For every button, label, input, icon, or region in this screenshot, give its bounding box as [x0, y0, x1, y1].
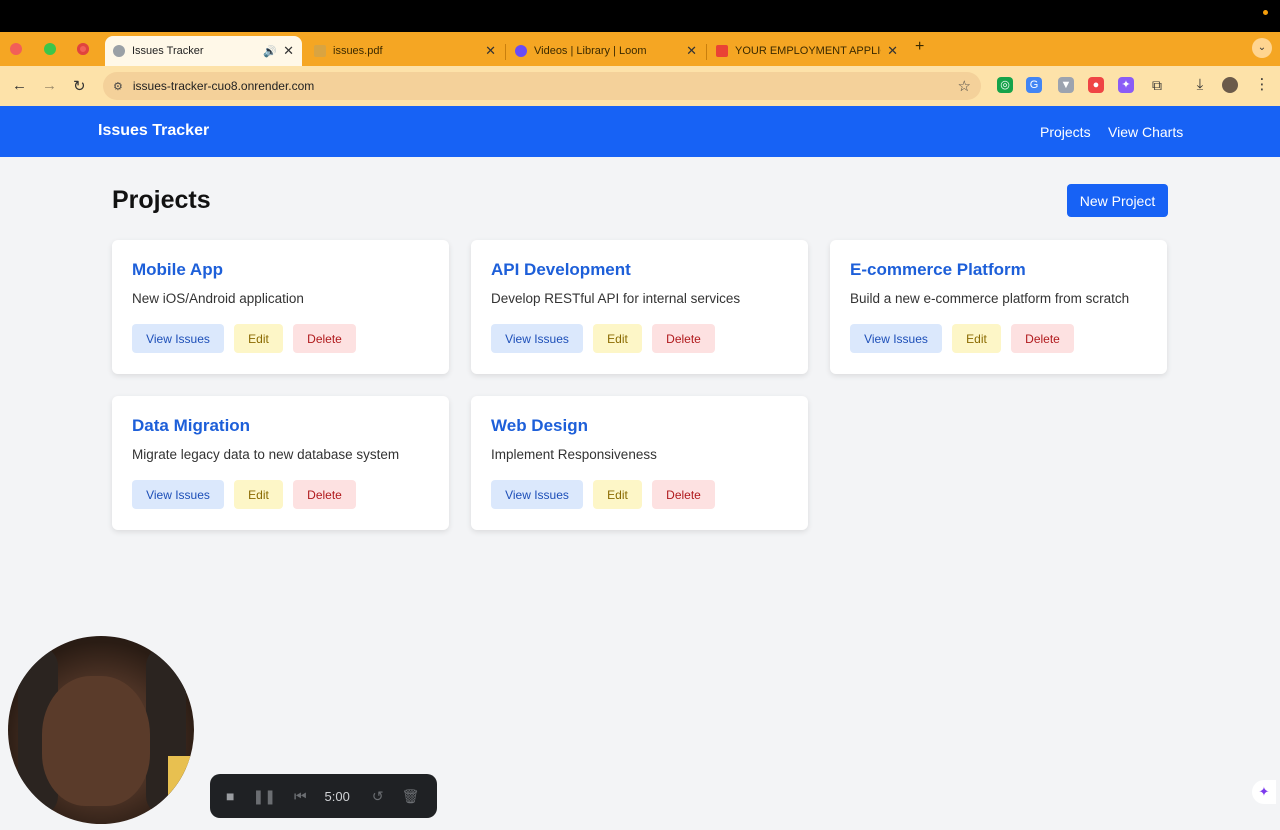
browser-tab-loom[interactable]: Videos | Library | Loom ✕	[507, 36, 705, 66]
project-description: Develop RESTful API for internal service…	[491, 291, 741, 306]
delete-button[interactable]: Delete	[293, 480, 356, 509]
project-card: API Development Develop RESTful API for …	[471, 240, 808, 374]
more-menu-icon[interactable]: ⋮	[1254, 77, 1270, 93]
view-issues-button[interactable]: View Issues	[491, 324, 583, 353]
profile-avatar[interactable]	[1222, 77, 1238, 93]
stop-icon[interactable]: ■	[226, 788, 234, 804]
delete-button[interactable]: Delete	[293, 324, 356, 353]
card-actions: View Issues Edit Delete	[132, 480, 366, 509]
tab-separator	[505, 44, 506, 60]
tab-close-icon[interactable]: ✕	[887, 43, 898, 59]
project-description: Build a new e-commerce platform from scr…	[850, 291, 1130, 306]
back-icon[interactable]: ←	[12, 77, 27, 94]
address-bar[interactable]: ⚙ issues-tracker-cuo8.onrender.com ☆	[103, 72, 981, 100]
filter-extension-icon[interactable]: ▼	[1058, 77, 1074, 93]
brain-extension-icon[interactable]: ✦	[1118, 77, 1134, 93]
project-title[interactable]: API Development	[491, 260, 788, 280]
puzzle-extensions-icon[interactable]: ⧉	[1149, 77, 1165, 93]
tab-title: Issues Tracker	[132, 45, 204, 57]
view-issues-button[interactable]: View Issues	[132, 324, 224, 353]
globe-icon	[113, 45, 125, 57]
tab-close-icon[interactable]: ✕	[485, 43, 496, 59]
restart-icon[interactable]: ↺	[372, 788, 384, 805]
gmail-icon	[716, 45, 728, 57]
delete-button[interactable]: Delete	[652, 324, 715, 353]
browser-tab-issues-pdf[interactable]: issues.pdf ✕	[306, 36, 504, 66]
rewind-icon[interactable]: ⏮	[294, 788, 307, 805]
tab-close-icon[interactable]: ✕	[283, 43, 294, 59]
nav-projects-link[interactable]: Projects	[1040, 124, 1091, 140]
tab-title: issues.pdf	[333, 45, 383, 57]
project-title[interactable]: Data Migration	[132, 416, 429, 436]
project-title[interactable]: Web Design	[491, 416, 788, 436]
project-card: E-commerce Platform Build a new e-commer…	[830, 240, 1167, 374]
brain-assistant-icon[interactable]: ✦	[1252, 780, 1276, 804]
window-close-button[interactable]	[10, 43, 22, 55]
url-text: issues-tracker-cuo8.onrender.com	[132, 79, 315, 93]
card-actions: View Issues Edit Delete	[491, 480, 725, 509]
page-title: Projects	[112, 186, 211, 214]
window-record-button[interactable]	[77, 43, 89, 55]
window-minimize-button[interactable]	[44, 43, 56, 55]
edit-button[interactable]: Edit	[593, 324, 642, 353]
bookmark-star-icon[interactable]: ☆	[958, 77, 971, 95]
tab-separator	[706, 44, 707, 60]
translate-extension-icon[interactable]: G	[1026, 77, 1042, 93]
trash-icon[interactable]: 🗑	[402, 788, 420, 805]
fire-extension-icon[interactable]: ●	[1088, 77, 1104, 93]
grammarly-extension-icon[interactable]: ◎	[997, 77, 1013, 93]
webcam-background	[168, 756, 194, 796]
card-actions: View Issues Edit Delete	[132, 324, 366, 353]
project-title[interactable]: E-commerce Platform	[850, 260, 1147, 280]
recording-indicator	[1263, 10, 1268, 15]
edit-button[interactable]: Edit	[234, 324, 283, 353]
edit-button[interactable]: Edit	[593, 480, 642, 509]
browser-tab-gmail[interactable]: YOUR EMPLOYMENT APPLIC ✕	[708, 36, 906, 66]
project-title[interactable]: Mobile App	[132, 260, 429, 280]
chevron-down-icon[interactable]: ⌄	[1252, 38, 1272, 58]
project-description: Migrate legacy data to new database syst…	[132, 447, 400, 462]
new-project-button[interactable]: New Project	[1067, 184, 1168, 217]
browser-tabstrip: Issues Tracker 🔊 ✕ issues.pdf ✕ Videos |…	[0, 32, 1280, 66]
speaker-icon[interactable]: 🔊	[263, 45, 277, 58]
file-icon	[314, 45, 326, 57]
edit-button[interactable]: Edit	[952, 324, 1001, 353]
browser-tab-issues-tracker[interactable]: Issues Tracker 🔊 ✕	[105, 36, 302, 66]
recording-control-bar: ■ ❚❚ ⏮ 5:00 ↺ 🗑	[210, 774, 437, 818]
project-description: Implement Responsiveness	[491, 447, 657, 462]
webcam-face	[42, 676, 150, 806]
tab-close-icon[interactable]: ✕	[686, 43, 697, 59]
app-navbar: Issues Tracker Projects View Charts	[0, 106, 1280, 157]
card-actions: View Issues Edit Delete	[850, 324, 1084, 353]
reload-icon[interactable]: ↻	[73, 77, 86, 95]
tab-title: YOUR EMPLOYMENT APPLIC	[735, 45, 882, 57]
tab-title: Videos | Library | Loom	[534, 45, 647, 57]
card-actions: View Issues Edit Delete	[491, 324, 725, 353]
recording-timer: 5:00	[324, 788, 350, 804]
pause-icon[interactable]: ❚❚	[252, 788, 275, 805]
download-icon[interactable]: ⤓	[1192, 77, 1208, 93]
webcam-bubble[interactable]	[8, 636, 194, 824]
edit-button[interactable]: Edit	[234, 480, 283, 509]
forward-icon[interactable]: →	[42, 77, 57, 94]
nav-view-charts-link[interactable]: View Charts	[1108, 124, 1183, 140]
site-info-icon[interactable]: ⚙	[113, 80, 123, 93]
project-card: Data Migration Migrate legacy data to ne…	[112, 396, 449, 530]
brand-logo[interactable]: Issues Tracker	[98, 122, 209, 140]
loom-icon	[515, 45, 527, 57]
new-tab-icon[interactable]: +	[915, 38, 924, 56]
project-card: Web Design Implement Responsiveness View…	[471, 396, 808, 530]
view-issues-button[interactable]: View Issues	[850, 324, 942, 353]
project-description: New iOS/Android application	[132, 291, 304, 306]
system-menubar	[0, 0, 1280, 32]
view-issues-button[interactable]: View Issues	[132, 480, 224, 509]
delete-button[interactable]: Delete	[1011, 324, 1074, 353]
project-card: Mobile App New iOS/Android application V…	[112, 240, 449, 374]
view-issues-button[interactable]: View Issues	[491, 480, 583, 509]
delete-button[interactable]: Delete	[652, 480, 715, 509]
